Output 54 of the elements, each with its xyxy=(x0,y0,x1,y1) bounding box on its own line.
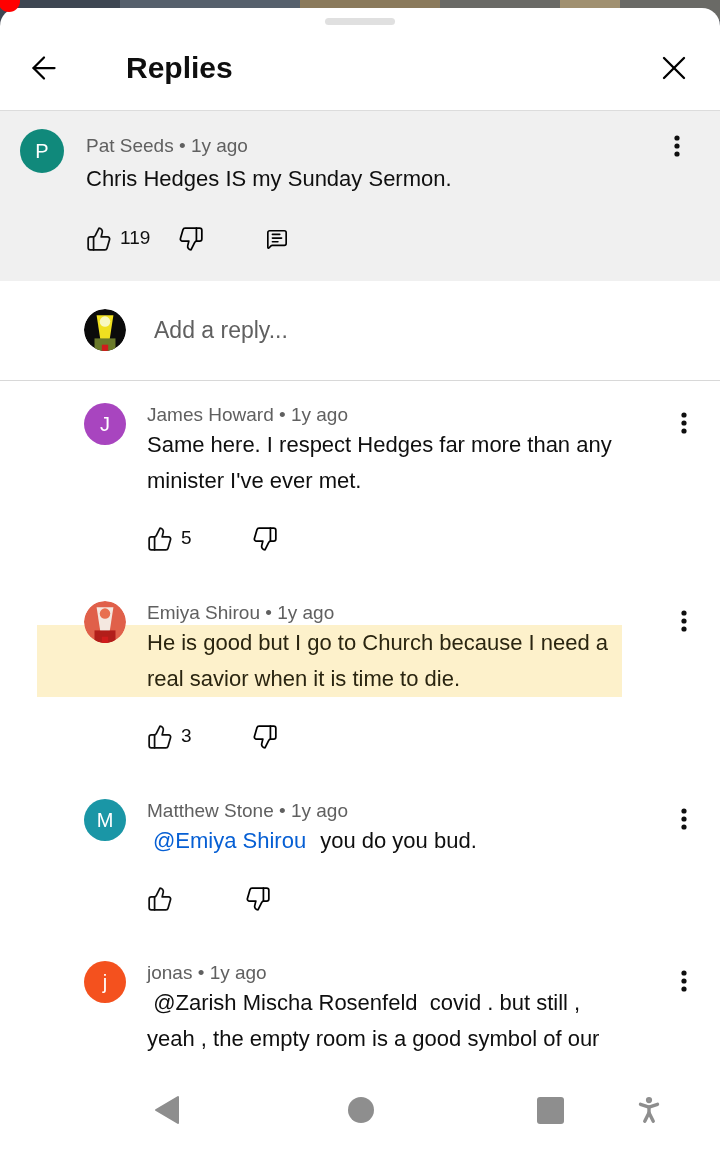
back-triangle-icon xyxy=(154,1095,180,1125)
home-nav-button[interactable] xyxy=(348,1097,374,1123)
more-button[interactable] xyxy=(681,807,687,830)
back-nav-button[interactable] xyxy=(154,1095,180,1125)
comment-byline: jonas • 1y ago xyxy=(147,960,268,985)
comment-text: you do you bud. xyxy=(320,826,477,855)
like-count: 119 xyxy=(120,226,151,251)
recents-nav-button[interactable] xyxy=(537,1096,564,1124)
thumbs-down-icon xyxy=(251,723,278,750)
avatar: j xyxy=(84,960,126,1003)
dislike-button[interactable] xyxy=(178,225,205,252)
dislike-button[interactable] xyxy=(251,525,278,552)
more-icon xyxy=(681,969,687,992)
like-count: 3 xyxy=(181,724,192,749)
reply-icon xyxy=(266,227,289,250)
avatar: P xyxy=(20,129,64,173)
avatar: M xyxy=(84,798,126,841)
reply-button[interactable] xyxy=(266,227,289,250)
like-count: 5 xyxy=(181,526,192,551)
thumbs-down-icon xyxy=(178,225,205,252)
sheet-title: Replies xyxy=(126,50,234,86)
thumbs-up-icon xyxy=(86,225,112,252)
thumbs-down-icon xyxy=(245,885,271,912)
dislike-button[interactable] xyxy=(251,723,278,750)
mention-link[interactable]: @Emiya Shirou xyxy=(153,822,307,859)
more-icon xyxy=(681,807,687,830)
thumbs-up-icon xyxy=(147,723,173,750)
thumbs-up-icon xyxy=(147,525,173,552)
thumbs-down-icon xyxy=(251,525,278,552)
more-icon xyxy=(681,609,687,632)
comment-text: @Zarish Mischa Rosenfeld covid . but still , yeah , the empty room is a good symbol of our xyxy=(147,988,601,1053)
dislike-button[interactable] xyxy=(245,885,271,912)
comment-byline: Pat Seeds • 1y ago xyxy=(86,134,248,158)
comment-text: Same here. I respect Hedges far more than any minister I've ever met. xyxy=(147,430,613,495)
like-button[interactable]: 5 xyxy=(147,524,192,553)
comment-byline: Matthew Stone • 1y ago xyxy=(147,798,349,823)
reply-input-field[interactable]: Add a reply... xyxy=(154,312,720,348)
more-button[interactable] xyxy=(681,609,687,632)
more-button[interactable] xyxy=(681,969,687,992)
more-icon xyxy=(674,135,680,157)
comment-byline: Emiya Shirou • 1y ago xyxy=(147,600,336,625)
drag-handle[interactable] xyxy=(325,18,395,25)
like-button[interactable] xyxy=(147,885,173,912)
comment-text: Chris Hedges IS my Sunday Sermon. xyxy=(86,164,453,193)
comment-byline: James Howard • 1y ago xyxy=(147,402,349,427)
recents-square-icon xyxy=(537,1096,564,1124)
more-button[interactable] xyxy=(681,411,687,434)
like-button[interactable]: 119 xyxy=(86,224,151,253)
highlighted-comment-text: He is good but I go to Church because I need a real savior when it is time to die. xyxy=(37,624,622,697)
thumbs-up-icon xyxy=(147,885,173,912)
home-circle-icon xyxy=(348,1097,374,1123)
more-icon xyxy=(681,411,687,434)
avatar: J xyxy=(84,402,126,445)
like-button[interactable]: 3 xyxy=(147,722,192,751)
